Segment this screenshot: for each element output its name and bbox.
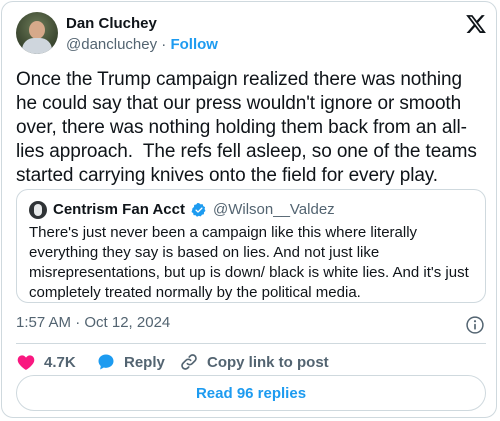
link-icon: [181, 354, 197, 370]
post-text: Once the Trump campaign realized there w…: [16, 69, 482, 186]
quoted-post[interactable]: Centrism Fan Acct @Wilson__Valdez There'…: [16, 189, 486, 303]
quoted-author-handle[interactable]: @Wilson__Valdez: [213, 201, 335, 218]
author-name[interactable]: Dan Cluchey: [66, 15, 157, 32]
embedded-post-card: Dan Cluchey @dancluchey · Follow Once th…: [1, 1, 497, 418]
verified-badge-icon: [191, 202, 206, 217]
author-avatar[interactable]: [16, 12, 58, 54]
author-handle-line: @dancluchey · Follow: [66, 36, 218, 53]
separator: ·: [161, 36, 167, 53]
info-icon[interactable]: [465, 315, 485, 335]
x-logo-icon[interactable]: [465, 13, 487, 35]
copy-link-label: Copy link to post: [207, 353, 329, 371]
divider: [16, 343, 486, 344]
reply-bubble-icon: [98, 354, 114, 370]
quoted-post-text: There's just never been a campaign like …: [29, 224, 469, 301]
author-handle[interactable]: @dancluchey: [66, 36, 157, 53]
quoted-author-name[interactable]: Centrism Fan Acct: [53, 201, 185, 218]
read-replies-button[interactable]: Read 96 replies: [16, 375, 486, 411]
reply-label: Reply: [124, 353, 165, 371]
like-count: 4.7K: [44, 353, 76, 371]
reply-button[interactable]: Reply: [96, 351, 165, 373]
post-timestamp[interactable]: 1:57 AM · Oct 12, 2024: [16, 314, 170, 331]
quoted-author-avatar[interactable]: [29, 201, 47, 219]
like-button[interactable]: 4.7K: [16, 351, 76, 373]
follow-button[interactable]: Follow: [170, 36, 218, 53]
copy-link-button[interactable]: Copy link to post: [179, 351, 329, 373]
heart-icon: [17, 355, 35, 370]
